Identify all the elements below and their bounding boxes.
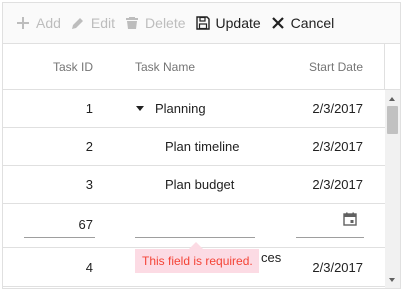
table-row[interactable]: 2 Plan timeline 2/3/2017 — [3, 128, 386, 166]
trash-icon — [124, 15, 140, 31]
table-row[interactable]: 1 Planning 2/3/2017 — [3, 90, 386, 128]
cell-task-id: 1 — [85, 101, 93, 116]
cell-start-date: 2/3/2017 — [312, 177, 363, 192]
pencil-icon — [70, 15, 86, 31]
cell-start-date: 2/3/2017 — [312, 260, 363, 275]
cell-task-name: Plan timeline — [165, 139, 240, 154]
task-name-input[interactable] — [135, 212, 255, 238]
header-task-id[interactable]: Task ID — [3, 44, 93, 90]
edit-button[interactable]: Edit — [67, 3, 121, 43]
tree-grid: Add Edit Delete Update Cancel Task ID Ta… — [2, 2, 401, 289]
toolbar: Add Edit Delete Update Cancel — [3, 3, 400, 44]
scrollbar-thumb[interactable] — [387, 106, 398, 134]
close-icon — [270, 15, 286, 31]
grid-header: Task ID Task Name Start Date — [3, 44, 400, 90]
header-start-date[interactable]: Start Date — [293, 44, 363, 90]
cell-task-id: 2 — [85, 139, 93, 154]
plus-icon — [15, 15, 31, 31]
caret-down-icon[interactable] — [136, 106, 144, 111]
update-label: Update — [215, 15, 261, 31]
grid-body: 1 Planning 2/3/2017 2 Plan timeline 2/3/… — [3, 90, 400, 288]
cancel-label: Cancel — [290, 15, 335, 31]
edit-label: Edit — [90, 15, 116, 31]
validation-tooltip: This field is required. — [135, 249, 259, 273]
cell-task-name-fragment: ces — [261, 250, 282, 265]
cell-task-name: Plan budget — [165, 177, 235, 192]
add-button[interactable]: Add — [12, 3, 67, 43]
task-id-input[interactable] — [24, 212, 95, 238]
cell-task-id: 4 — [85, 260, 93, 275]
update-button[interactable]: Update — [192, 3, 267, 43]
calendar-icon[interactable] — [343, 212, 357, 226]
cell-start-date: 2/3/2017 — [312, 139, 363, 154]
scroll-up-icon[interactable] — [389, 97, 395, 101]
vertical-scrollbar[interactable] — [385, 90, 400, 288]
header-task-name[interactable]: Task Name — [135, 44, 295, 90]
delete-button[interactable]: Delete — [121, 3, 191, 43]
tooltip-arrow — [189, 242, 203, 249]
header-divider — [384, 44, 385, 90]
cell-task-id: 3 — [85, 177, 93, 192]
cell-start-date: 2/3/2017 — [312, 101, 363, 116]
cancel-button[interactable]: Cancel — [267, 3, 341, 43]
scroll-down-icon[interactable] — [389, 278, 395, 282]
save-icon — [195, 15, 211, 31]
cell-task-name: Planning — [155, 101, 206, 116]
add-label: Add — [36, 15, 61, 31]
table-row[interactable]: 3 Plan budget 2/3/2017 — [3, 166, 386, 204]
delete-label: Delete — [145, 15, 186, 31]
